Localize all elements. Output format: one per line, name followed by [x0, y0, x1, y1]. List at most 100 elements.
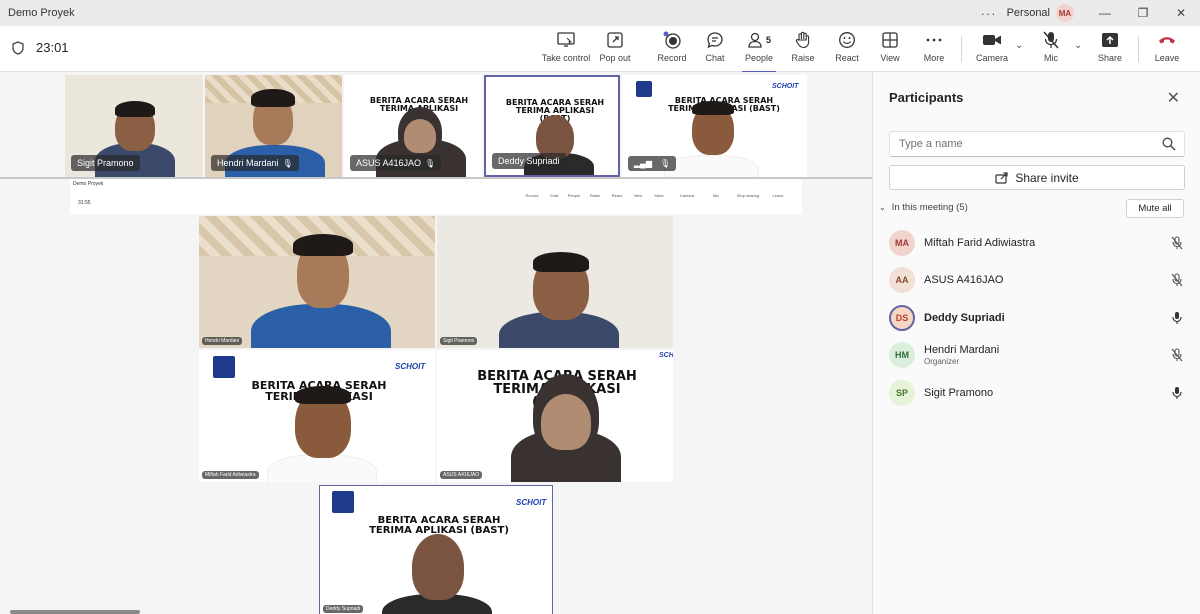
- participant-name: Hendri Mardani: [924, 344, 1000, 356]
- profile-label[interactable]: Personal: [1007, 7, 1050, 19]
- participant-row[interactable]: HM Hendri Mardani Organizer: [889, 340, 1185, 370]
- participant-row[interactable]: DS Deddy Supriadi: [889, 303, 1185, 333]
- search-input[interactable]: [890, 132, 1140, 156]
- toolbar-divider: [1138, 36, 1139, 62]
- chat-label: Chat: [705, 53, 725, 63]
- mini-view: View: [633, 193, 643, 198]
- shared-screen-header: Demo Proyek 31:55 Record Chat People Rai…: [70, 179, 802, 214]
- signal-icon: ▂▄▆: [634, 159, 652, 168]
- video-tile-asus[interactable]: BERITA ACARA SERAHTERIMA APLIKASI (BAST)…: [344, 75, 482, 177]
- share-invite-label: Share invite: [1015, 170, 1079, 185]
- record-label: Record: [657, 53, 687, 63]
- participant-row[interactable]: AA ASUS A416JAO: [889, 265, 1185, 295]
- shared-timer: 31:55: [78, 200, 91, 206]
- restore-button[interactable]: ❐: [1124, 0, 1162, 26]
- video-tile-sigit[interactable]: Sigit Pramono: [65, 75, 203, 177]
- react-icon: [838, 29, 856, 51]
- meeting-toolbar: 23:01 Take control Pop out Record Chat 5…: [0, 26, 1200, 73]
- leave-button[interactable]: Leave: [1140, 29, 1194, 69]
- participant-name-label: Hendri Mardani 🎙︎: [211, 155, 299, 171]
- more-button[interactable]: More: [907, 29, 961, 69]
- participant-row[interactable]: SP Sigit Pramono: [889, 378, 1185, 408]
- mic-icon[interactable]: [1171, 311, 1183, 330]
- shared-name-label: ASUS A416JAO: [440, 471, 483, 479]
- close-window-button[interactable]: ✕: [1162, 0, 1200, 26]
- video-tile-miftah[interactable]: SCHOIT BERITA ACARA SERAHTERIMA APLIKASI…: [622, 75, 807, 177]
- share-invite-button[interactable]: Share invite: [889, 165, 1185, 190]
- pop-out-button[interactable]: Pop out: [588, 29, 642, 69]
- mic-icon[interactable]: [1171, 386, 1183, 405]
- avatar: AA: [889, 267, 915, 293]
- mini-react: React: [611, 193, 623, 198]
- more-icon: [926, 29, 942, 51]
- mic-options-chevron-icon[interactable]: ⌄: [1074, 40, 1082, 51]
- take-control-button[interactable]: Take control: [539, 29, 593, 69]
- mini-chat: Chat: [549, 193, 559, 198]
- people-label: People: [744, 53, 774, 63]
- mini-camera: Camera: [679, 193, 695, 198]
- share-button[interactable]: Share: [1083, 29, 1137, 69]
- mute-all-button[interactable]: Mute all: [1126, 199, 1184, 218]
- close-panel-icon[interactable]: ✕: [1167, 88, 1180, 108]
- mini-record: Record: [525, 193, 539, 198]
- mic-muted-icon[interactable]: [1171, 348, 1183, 367]
- take-control-icon: [557, 29, 575, 51]
- mini-people: People: [567, 193, 581, 198]
- avatar: MA: [889, 230, 915, 256]
- shared-tile-asus: SCHOIT BERITA ACARA SERAHTERIMA APLIKASI…: [437, 350, 673, 482]
- mic-muted-icon[interactable]: [1171, 273, 1183, 292]
- more-label: More: [923, 53, 945, 63]
- chat-icon: [706, 29, 724, 51]
- share-icon: [1101, 29, 1119, 51]
- shared-tile-sigit: Sigit Pramono: [437, 216, 673, 348]
- camera-icon: [982, 29, 1002, 51]
- participant-row[interactable]: MA Miftah Farid Adiwiastra: [889, 228, 1185, 258]
- shield-icon: [12, 40, 24, 55]
- avatar: SP: [889, 380, 915, 406]
- participant-search: [889, 131, 1185, 157]
- share-invite-icon: [995, 171, 1008, 184]
- minimize-button[interactable]: —: [1086, 0, 1124, 26]
- mic-button[interactable]: Mic: [1024, 29, 1078, 69]
- more-options-icon[interactable]: ···: [981, 6, 997, 21]
- video-tile-hendri[interactable]: Hendri Mardani 🎙︎: [205, 75, 342, 177]
- horizontal-scrollbar[interactable]: [10, 610, 140, 614]
- title-bar: Demo Proyek ··· Personal MA — ❐ ✕: [0, 0, 1200, 26]
- participant-name: ASUS A416JAO: [924, 274, 1004, 286]
- shared-name-label: Miftah Farid Adiwiastra: [202, 471, 259, 479]
- react-label: React: [835, 53, 859, 63]
- mini-more: More: [654, 193, 664, 198]
- meeting-stage: Sigit Pramono Hendri Mardani 🎙︎ BERITA AC…: [0, 72, 872, 614]
- mic-off-icon: [1043, 29, 1059, 51]
- view-icon: [882, 29, 898, 51]
- shared-window-title: Demo Proyek: [73, 181, 104, 187]
- mini-mic: Mic: [712, 193, 720, 198]
- chevron-down-icon: ⌄: [879, 203, 886, 212]
- avatar: HM: [889, 342, 915, 368]
- search-icon[interactable]: [1162, 137, 1176, 156]
- camera-options-chevron-icon[interactable]: ⌄: [1015, 40, 1023, 51]
- shared-tile-deddy: SCHOIT BERITA ACARA SERAH TERIMA APLIKASI…: [319, 485, 553, 614]
- camera-button[interactable]: Camera: [965, 29, 1019, 69]
- mic-muted-icon[interactable]: [1171, 236, 1183, 255]
- participant-name-label: Sigit Pramono: [71, 155, 140, 171]
- take-control-label: Take control: [541, 53, 591, 63]
- timer-text: 23:01: [36, 40, 69, 55]
- shared-name-label: Sigit Pramono: [440, 337, 478, 345]
- shared-name-label: Deddy Supriadi: [323, 605, 364, 613]
- shared-name-label: Hendri Mardani: [202, 337, 243, 345]
- mini-raise: Raise: [589, 193, 601, 198]
- view-label: View: [880, 53, 900, 63]
- video-tile-deddy[interactable]: BERITA ACARA SERAHTERIMA APLIKASI (BAST)…: [484, 75, 620, 177]
- participant-name-label: ASUS A416JAO 🎙︎: [350, 155, 442, 171]
- people-count: 5: [765, 35, 771, 45]
- pop-out-icon: [607, 29, 623, 51]
- avatar[interactable]: MA: [1056, 4, 1074, 22]
- raise-label: Raise: [791, 53, 815, 63]
- people-icon: 5: [747, 29, 771, 51]
- participants-panel: Participants ✕ Share invite ⌄ In this me…: [872, 72, 1200, 614]
- in-meeting-section-toggle[interactable]: ⌄ In this meeting (5): [879, 202, 968, 213]
- shared-tile-miftah: SCHOIT BERITA ACARA SERAHTERIMA APLIKASI…: [199, 350, 435, 482]
- participant-name-label: ▂▄▆ 🎙︎: [628, 156, 677, 171]
- camera-label: Camera: [975, 53, 1008, 63]
